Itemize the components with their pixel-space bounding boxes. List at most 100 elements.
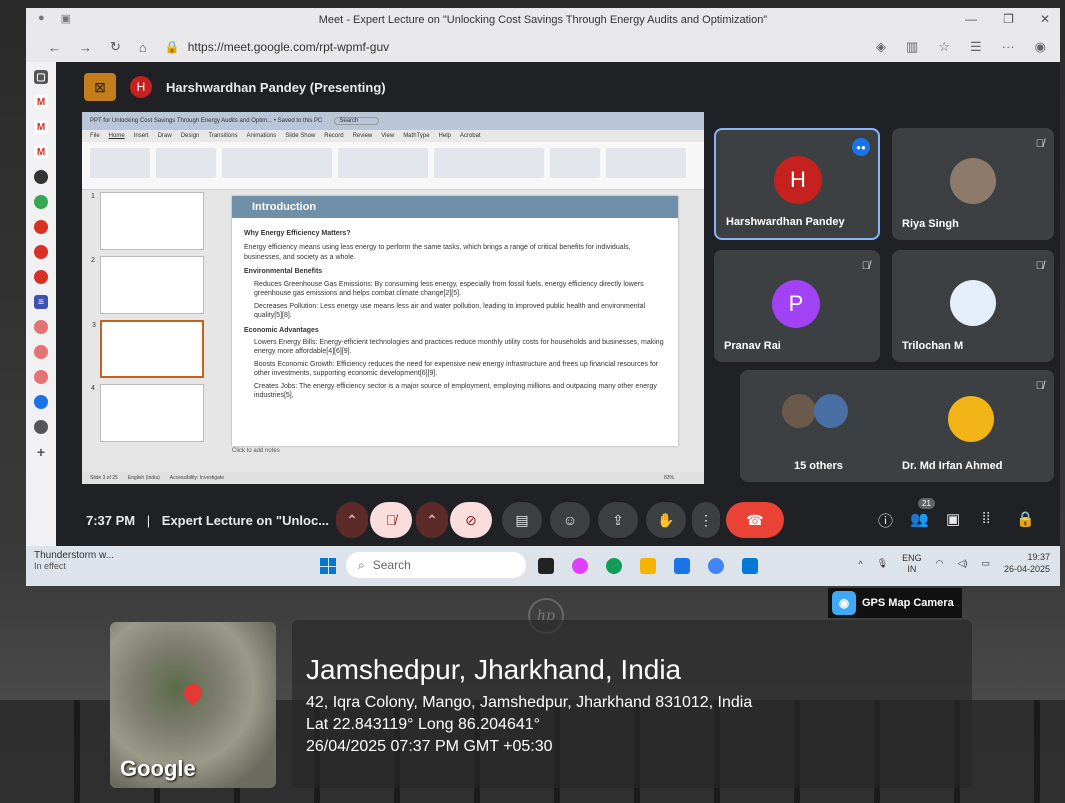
file-explorer-icon[interactable] — [640, 558, 656, 574]
add-icon[interactable]: + — [34, 444, 48, 460]
app-icon[interactable] — [34, 270, 48, 284]
profile-icon[interactable]: ● — [38, 12, 45, 25]
weather-widget[interactable]: Thunderstorm w... In effect — [34, 550, 114, 571]
stop-presenting-icon[interactable]: ⊠ — [84, 73, 116, 101]
gmail-icon[interactable]: M — [34, 145, 48, 159]
video-options-button[interactable]: ⌃ — [416, 502, 448, 538]
ribbon-tab[interactable]: File — [90, 133, 100, 139]
ribbon-tab[interactable]: Insert — [134, 133, 149, 139]
store-app-icon[interactable] — [742, 558, 758, 574]
ribbon-group-editing[interactable] — [550, 148, 600, 178]
people-icon[interactable]: 👥 — [910, 510, 929, 528]
ribbon-tab[interactable]: Review — [353, 133, 373, 139]
host-controls-icon[interactable]: 🔒 — [1016, 510, 1035, 528]
task-view-icon[interactable] — [538, 558, 554, 574]
ribbon-tab[interactable]: Transitions — [208, 133, 237, 139]
app-icon[interactable] — [34, 320, 48, 334]
sidebar-tabs-icon[interactable]: ▢ — [34, 70, 48, 84]
extension-icon[interactable]: ◈ — [876, 39, 886, 55]
ribbon-tab[interactable]: Home — [109, 133, 125, 139]
ribbon-tab[interactable]: Draw — [158, 133, 172, 139]
ppt-search[interactable]: Search — [334, 117, 380, 125]
ribbon-tab[interactable]: Animations — [247, 133, 277, 139]
participant-tile[interactable]: 🎙̸ Dr. Md Irfan Ahmed — [892, 370, 1054, 482]
more-icon[interactable]: ··· — [1002, 39, 1015, 55]
favorites-icon[interactable]: ☰ — [970, 39, 982, 55]
chat-icon[interactable]: ▣ — [946, 510, 960, 528]
more-options-button[interactable]: ⋮ — [692, 502, 720, 538]
participant-tile[interactable]: 🎙̸ Trilochan M — [892, 250, 1054, 362]
info-icon[interactable]: ⓘ — [878, 510, 893, 531]
ribbon-tab[interactable]: Slide Show — [285, 133, 315, 139]
app-icon[interactable] — [34, 370, 48, 384]
audio-options-button[interactable]: ⌃ — [336, 502, 368, 538]
raise-hand-button[interactable]: ✋ — [646, 502, 686, 538]
participant-tile[interactable]: 🎙̸ Riya Singh — [892, 128, 1054, 240]
url-field[interactable]: 🔒 https://meet.google.com/rpt-wpmf-guv — [165, 40, 389, 54]
edge-app-icon[interactable] — [606, 558, 622, 574]
ribbon-group-font[interactable] — [222, 148, 332, 178]
gmail-icon[interactable]: M — [34, 95, 48, 109]
slide-thumbnail[interactable]: 2 — [91, 256, 204, 314]
home-icon[interactable]: ⌂ — [139, 40, 147, 55]
ribbon-group-drawing[interactable] — [434, 148, 544, 178]
restore-icon[interactable]: ❐ — [1003, 12, 1014, 26]
ribbon-group-acrobat[interactable] — [606, 148, 686, 178]
participant-tile[interactable]: 🎙̸ P Pranav Rai — [714, 250, 880, 362]
participant-tile[interactable]: ●● H Harshwardhan Pandey — [714, 128, 880, 240]
ribbon-group-clipboard[interactable] — [90, 148, 150, 178]
app-icon[interactable] — [34, 170, 48, 184]
slide-notes[interactable]: Click to add notes — [232, 448, 280, 454]
camera-off-button[interactable]: ⊘ — [450, 502, 492, 538]
back-icon[interactable]: ← — [48, 40, 61, 55]
forms-icon[interactable]: ≡ — [34, 295, 48, 309]
ribbon-tab[interactable]: Acrobat — [460, 133, 481, 139]
refresh-icon[interactable]: ↻ — [110, 39, 121, 55]
minimize-icon[interactable]: — — [965, 12, 977, 26]
start-icon[interactable] — [320, 558, 336, 574]
volume-icon[interactable]: ◁) — [958, 558, 968, 569]
ribbon-group-slides[interactable] — [156, 148, 216, 178]
slide-thumbnail[interactable]: 4 — [91, 384, 204, 442]
slide-thumbnail-active[interactable]: 3 — [92, 320, 204, 378]
mic-off-button[interactable]: 🎙̸ — [370, 502, 412, 538]
ribbon-tab[interactable]: View — [381, 133, 394, 139]
status-accessibility[interactable]: Accessibility: Investigate — [170, 475, 224, 481]
app-icon[interactable] — [34, 245, 48, 259]
leave-call-button[interactable]: ☎ — [726, 502, 784, 538]
copilot-app-icon[interactable] — [572, 558, 588, 574]
taskbar-clock[interactable]: 19:37 26-04-2025 — [1004, 552, 1050, 575]
tray-chevron-icon[interactable]: ^ — [858, 559, 862, 569]
microphone-icon[interactable]: 🎙 — [877, 558, 888, 569]
chrome-app-icon[interactable] — [708, 558, 724, 574]
favorite-star-icon[interactable]: ☆ — [938, 39, 950, 55]
status-language[interactable]: English (India) — [128, 475, 160, 481]
record-icon[interactable] — [34, 220, 48, 234]
captions-button[interactable]: ▤ — [502, 502, 542, 538]
app-icon[interactable] — [34, 395, 48, 409]
emoji-button[interactable]: ☺ — [550, 502, 590, 538]
ribbon-tab[interactable]: Help — [439, 133, 451, 139]
copilot-icon[interactable]: ◉ — [1035, 39, 1046, 55]
participant-tile[interactable]: 15 others — [740, 370, 906, 482]
ribbon-tab[interactable]: Design — [181, 133, 200, 139]
ribbon-tab[interactable]: Record — [324, 133, 343, 139]
ribbon-tab[interactable]: MathType — [403, 133, 429, 139]
status-zoom[interactable]: 83% — [664, 475, 674, 481]
slide-thumbnail[interactable]: 1 — [91, 192, 204, 250]
forward-icon[interactable]: → — [79, 40, 92, 55]
app-icon[interactable] — [34, 345, 48, 359]
taskbar-search[interactable]: ⌕ Search — [346, 552, 526, 578]
language-indicator[interactable]: ENG IN — [902, 553, 922, 575]
battery-icon[interactable]: ▭ — [981, 558, 990, 569]
gmail-icon[interactable]: M — [34, 120, 48, 134]
wifi-icon[interactable]: ◠ — [936, 558, 944, 569]
close-icon[interactable]: ✕ — [1040, 12, 1050, 26]
tab-actions-icon[interactable]: ▣ — [61, 12, 71, 25]
present-button[interactable]: ⇪ — [598, 502, 638, 538]
ribbon-group-paragraph[interactable] — [338, 148, 428, 178]
split-screen-icon[interactable]: ▥ — [906, 39, 918, 55]
activities-icon[interactable]: ⁞⁞ — [982, 510, 990, 527]
app-icon[interactable] — [34, 420, 48, 434]
mail-app-icon[interactable] — [674, 558, 690, 574]
